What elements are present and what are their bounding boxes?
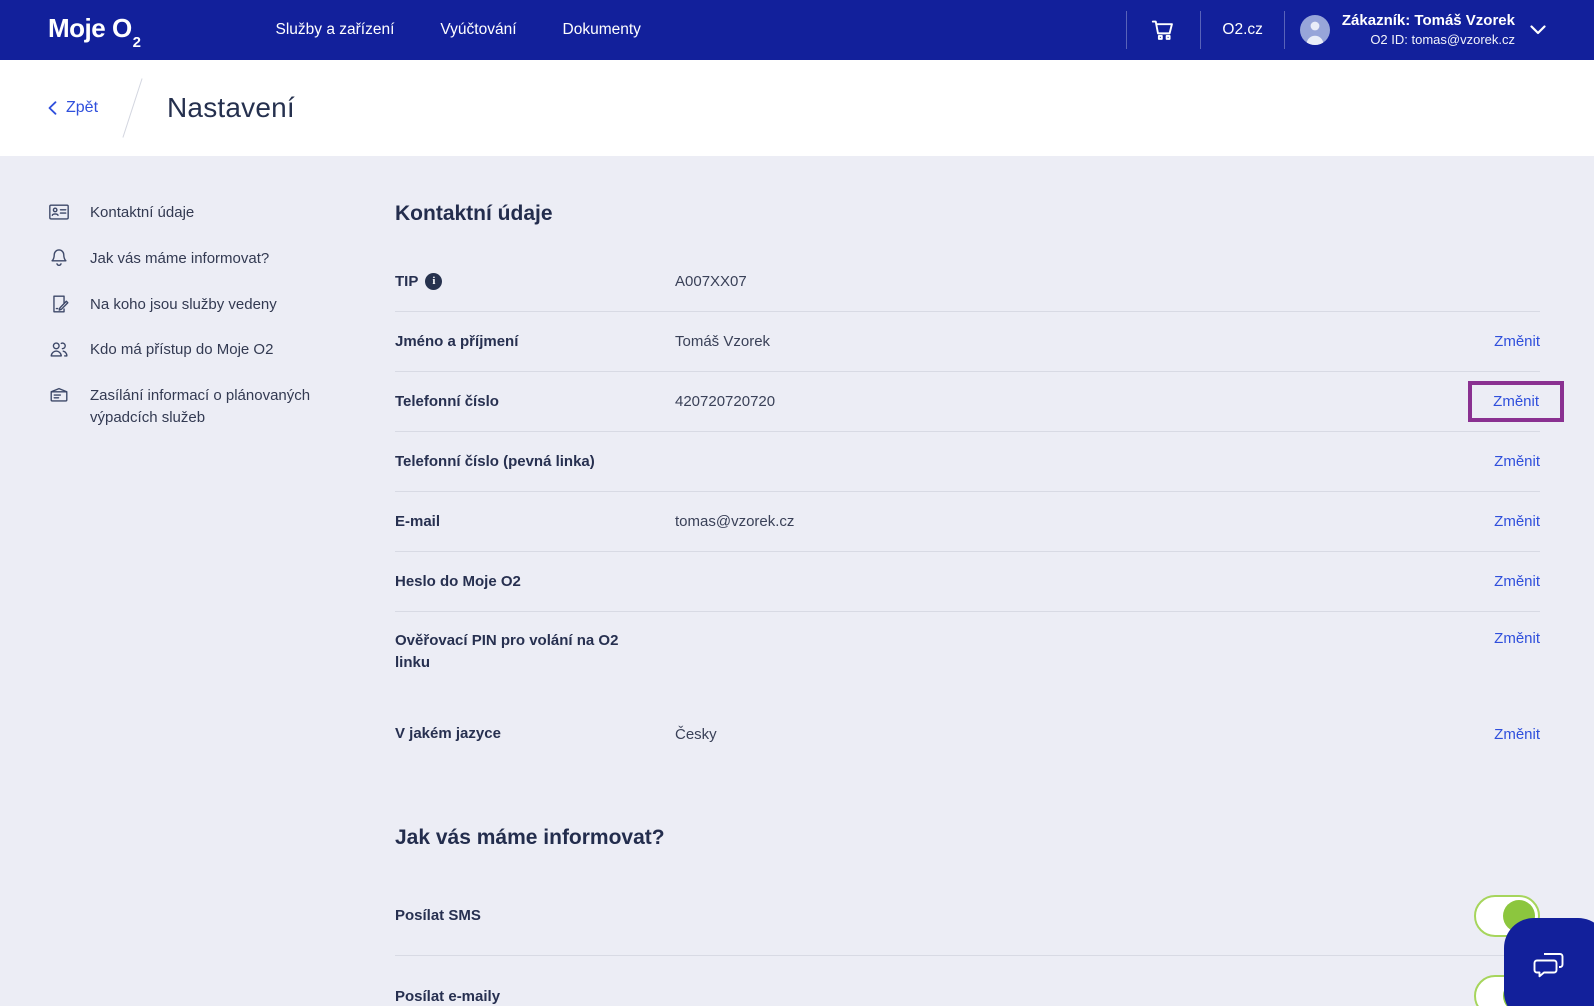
toggle-label: Posílat e-maily: [395, 987, 501, 1005]
row-label: Telefonní číslo (pevná linka): [395, 452, 595, 470]
change-landline-button[interactable]: Změnit: [1494, 453, 1540, 470]
chevron-down-icon: [1530, 25, 1546, 35]
contact-section-heading: Kontaktní údaje: [395, 202, 553, 225]
mail-stack-icon: [48, 384, 70, 429]
logo-subscript: 2: [132, 34, 141, 52]
change-email-button[interactable]: Změnit: [1494, 513, 1540, 530]
chat-button[interactable]: [1504, 918, 1594, 1006]
change-name-button[interactable]: Změnit: [1494, 333, 1540, 350]
row-label: Heslo do Moje O2: [395, 572, 521, 590]
highlight-annotation-box: Změnit: [1468, 381, 1564, 422]
account-info: Zákazník: Tomáš Vzorek O2 ID: tomas@vzor…: [1342, 11, 1515, 49]
sidebar-item-label: Kdo má přístup do Moje O2: [90, 341, 274, 359]
settings-sidebar: Kontaktní údaje Jak vás máme informovat?…: [48, 202, 348, 1006]
table-row-pevna-linka: Telefonní číslo (pevná linka) Změnit: [395, 432, 1540, 492]
page-title: Nastavení: [167, 92, 295, 123]
moje-o2-logo[interactable]: Moje O2: [48, 12, 141, 51]
sidebar-item-label: Na koho jsou služby vedeny: [90, 295, 277, 313]
table-row-jazyk: V jakém jazyce Česky Změnit: [395, 704, 1540, 764]
customer-name: Zákazník: Tomáš Vzorek: [1341, 12, 1515, 30]
notifications-section: Jak vás máme informovat? Posílat SMS Pos…: [395, 826, 1540, 1006]
row-value: 420720720720: [675, 393, 776, 410]
bell-icon: [48, 247, 70, 270]
row-label: V jakém jazyce: [395, 725, 501, 743]
row-label: Ověřovací PIN pro volání na O2 linku: [395, 632, 619, 671]
nav-item-vyuctovani[interactable]: Vyúčtování: [440, 21, 516, 39]
sidebar-item-kontaktni-udaje[interactable]: Kontaktní údaje: [48, 202, 348, 224]
sidebar-item-label: Kontaktní údaje: [90, 204, 195, 221]
table-row-email: E-mail tomas@vzorek.cz Změnit: [395, 492, 1540, 552]
nav-item-sluzby-a-zarizeni[interactable]: Služby a zařízení: [276, 21, 395, 39]
chevron-left-icon: [48, 101, 57, 115]
sidebar-item-kdo-ma-pristup[interactable]: Kdo má přístup do Moje O2: [48, 339, 348, 361]
people-icon: [48, 338, 70, 361]
row-value: Česky: [675, 725, 717, 743]
breadcrumb-slash: [122, 78, 143, 138]
logo-text: Moje O: [48, 12, 132, 43]
row-label: Telefonní číslo: [395, 392, 499, 410]
table-row-tip: TIP i A007XX07: [395, 252, 1540, 312]
main-panel: Kontaktní údaje TIP i A007XX07 Jméno a p…: [395, 202, 1564, 1006]
document-edit-icon: [48, 293, 70, 316]
o2cz-link[interactable]: O2.cz: [1201, 21, 1283, 39]
toggle-row-sms: Posílat SMS: [395, 876, 1540, 956]
row-label: E-mail: [395, 512, 441, 530]
row-label: Jméno a příjmení: [395, 332, 519, 350]
sidebar-item-label: Zasílání informací o plánovaných výpadcí…: [90, 387, 311, 426]
main-nav: Služby a zařízení Vyúčtování Dokumenty: [276, 21, 641, 39]
breadcrumb: Zpět Nastavení: [0, 60, 1594, 156]
info-icon[interactable]: i: [425, 273, 443, 290]
sidebar-item-label: Jak vás máme informovat?: [90, 249, 270, 267]
sidebar-item-zasilani-informaci[interactable]: Zasílání informací o plánovaných výpadcí…: [48, 385, 348, 429]
row-label-text: TIP: [395, 272, 419, 290]
nav-item-dokumenty[interactable]: Dokumenty: [563, 21, 641, 39]
back-label: Zpět: [66, 99, 99, 116]
toggle-label: Posílat SMS: [395, 907, 481, 924]
row-value: tomas@vzorek.cz: [675, 513, 795, 530]
table-row-pin: Ověřovací PIN pro volání na O2 linku Změ…: [395, 612, 1540, 704]
change-password-button[interactable]: Změnit: [1494, 573, 1540, 590]
change-phone-button[interactable]: Změnit: [1493, 393, 1539, 410]
row-value: A007XX07: [675, 273, 747, 290]
toggle-row-email: Posílat e-maily: [395, 956, 1540, 1006]
account-menu[interactable]: Zákazník: Tomáš Vzorek O2 ID: tomas@vzor…: [1285, 11, 1546, 49]
change-language-button[interactable]: Změnit: [1494, 726, 1540, 743]
notifications-section-heading: Jak vás máme informovat?: [395, 826, 665, 849]
topbar-right: O2.cz Zákazník: Tomáš Vzorek O2 ID: toma…: [1126, 11, 1546, 49]
cart-icon: [1150, 17, 1177, 43]
sidebar-item-jak-vas-mame-informovat[interactable]: Jak vás máme informovat?: [48, 248, 348, 270]
settings-content: Kontaktní údaje Jak vás máme informovat?…: [0, 156, 1594, 1006]
row-label: TIP i: [395, 271, 675, 293]
top-navigation-bar: Moje O2 Služby a zařízení Vyúčtování Dok…: [0, 0, 1594, 60]
back-link[interactable]: Zpět: [48, 99, 98, 117]
table-row-jmeno: Jméno a příjmení Tomáš Vzorek Změnit: [395, 312, 1540, 372]
avatar: [1299, 14, 1330, 45]
row-value: Tomáš Vzorek: [675, 333, 771, 350]
table-row-telefonni-cislo: Telefonní číslo 420720720720 Změnit: [395, 372, 1564, 432]
contact-card-icon: [48, 201, 70, 224]
sidebar-item-na-koho-jsou-sluzby-vedeny[interactable]: Na koho jsou služby vedeny: [48, 294, 348, 316]
cart-button[interactable]: [1127, 17, 1200, 43]
chat-bubbles-icon: [1532, 949, 1566, 981]
change-pin-button[interactable]: Změnit: [1494, 630, 1540, 647]
customer-o2id: O2 ID: tomas@vzorek.cz: [1370, 32, 1515, 48]
table-row-heslo: Heslo do Moje O2 Změnit: [395, 552, 1540, 612]
